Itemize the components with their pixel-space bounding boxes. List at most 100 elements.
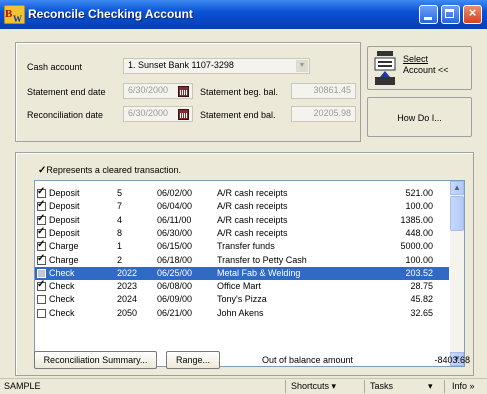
transaction-type: Check xyxy=(49,267,75,278)
cleared-checkbox[interactable] xyxy=(37,295,46,305)
select-account-label: Select Account << xyxy=(403,54,449,76)
transaction-date: 06/08/00 xyxy=(157,281,193,292)
reconciliation-summary-button[interactable]: Reconciliation Summary... xyxy=(34,351,157,369)
title-bar: B W Reconcile Checking Account × xyxy=(0,0,487,29)
calendar-icon[interactable] xyxy=(178,109,189,120)
window-title: Reconcile Checking Account xyxy=(28,7,193,21)
transaction-row[interactable]: Check 2050 06/21/00 John Akens 32.65 xyxy=(35,307,449,320)
transaction-amount: 203.52 xyxy=(405,267,433,278)
shortcuts-menu[interactable]: Shortcuts ▾ xyxy=(291,381,336,392)
transaction-description: A/R cash receipts xyxy=(217,214,288,225)
transaction-type: Check xyxy=(49,281,75,292)
transaction-number: 5 xyxy=(117,188,123,198)
close-icon: × xyxy=(468,5,477,20)
how-do-i-label: How Do I... xyxy=(397,113,442,123)
transaction-type: Charge xyxy=(49,241,79,252)
transaction-description: Office Mart xyxy=(217,281,261,292)
transaction-type: Deposit xyxy=(49,188,80,198)
cleared-checkbox[interactable] xyxy=(37,308,46,318)
transaction-description: Transfer to Petty Cash xyxy=(217,254,307,265)
statement-end-date-label: Statement end date xyxy=(27,87,106,97)
cleared-checkbox[interactable] xyxy=(37,213,46,225)
app-logo-icon: B W xyxy=(4,5,25,24)
transaction-type: Deposit xyxy=(49,201,80,212)
cleared-checkbox[interactable] xyxy=(37,253,46,265)
cleared-checkbox[interactable] xyxy=(37,199,46,212)
transaction-date: 06/25/00 xyxy=(157,267,193,278)
range-button[interactable]: Range... xyxy=(166,351,220,369)
transaction-type: Charge xyxy=(49,254,79,265)
transaction-date: 06/02/00 xyxy=(157,188,193,198)
statement-end-bal-field[interactable]: 20205.98 xyxy=(291,106,356,122)
svg-text:W: W xyxy=(13,14,22,24)
transaction-number: 8 xyxy=(117,227,123,238)
transaction-row[interactable]: Deposit 4 06/11/00 A/R cash receipts 1385.00 xyxy=(35,213,449,227)
vertical-scrollbar[interactable]: ▲ ▼ xyxy=(450,181,464,366)
statement-beg-bal-value: 30861.45 xyxy=(313,85,351,95)
transaction-row[interactable]: Check 2023 06/08/00 Office Mart 28.75 xyxy=(35,279,449,293)
transaction-description: A/R cash receipts xyxy=(217,227,288,238)
transaction-type: Deposit xyxy=(49,214,80,225)
transaction-description: A/R cash receipts xyxy=(217,188,288,198)
cash-account-value: 1. Sunset Bank 1107-3298 xyxy=(128,60,234,70)
tasks-menu[interactable]: Tasks xyxy=(370,381,393,391)
transaction-date: 06/04/00 xyxy=(157,201,193,212)
transaction-amount: 448.00 xyxy=(405,227,433,238)
cleared-checkbox[interactable] xyxy=(37,268,46,278)
transaction-amount: 100.00 xyxy=(405,201,433,212)
transaction-amount: 1385.00 xyxy=(400,214,433,225)
transaction-date: 06/18/00 xyxy=(157,254,193,265)
cleared-checkbox[interactable] xyxy=(37,226,46,238)
statement-beg-bal-label: Statement beg. bal. xyxy=(200,87,279,97)
cleared-checkbox[interactable] xyxy=(37,186,46,198)
cleared-checkbox[interactable] xyxy=(37,279,46,292)
transaction-number: 4 xyxy=(117,214,123,225)
out-of-balance-value: -8403.68 xyxy=(434,355,470,365)
cleared-checkbox[interactable] xyxy=(37,239,46,252)
transaction-row[interactable]: Check 2024 06/09/00 Tony's Pizza 45.82 xyxy=(35,293,449,306)
minimize-button[interactable] xyxy=(419,5,438,24)
transaction-type: Check xyxy=(49,294,75,305)
transaction-type: Check xyxy=(49,307,75,318)
cash-account-dropdown[interactable]: 1. Sunset Bank 1107-3298 ▼ xyxy=(123,58,310,74)
close-button[interactable]: × xyxy=(463,5,482,24)
transaction-row[interactable]: Charge 2 06/18/00 Transfer to Petty Cash 100… xyxy=(35,253,449,267)
transaction-row[interactable]: Deposit 5 06/02/00 A/R cash receipts 521.00 xyxy=(35,186,449,200)
info-menu[interactable]: Info » xyxy=(452,381,475,391)
transaction-description: Transfer funds xyxy=(217,241,275,252)
transaction-row[interactable]: Check 2022 06/25/00 Metal Fab & Welding 203.… xyxy=(35,266,449,280)
transaction-type: Deposit xyxy=(49,227,80,238)
scroll-thumb[interactable] xyxy=(450,196,464,231)
select-account-line1: Select xyxy=(403,54,429,64)
transaction-number: 2050 xyxy=(117,307,138,318)
how-do-i-button[interactable]: How Do I... xyxy=(367,97,472,137)
transaction-number: 2023 xyxy=(117,281,138,292)
statement-end-date-value: 6/30/2000 xyxy=(128,85,169,95)
transaction-number: 7 xyxy=(117,201,123,212)
transaction-date: 06/11/00 xyxy=(157,214,192,225)
transaction-description: Tony's Pizza xyxy=(217,294,267,305)
transaction-amount: 5000.00 xyxy=(400,241,433,252)
transaction-row[interactable]: Deposit 7 06/04/00 A/R cash receipts 100.00 xyxy=(35,199,449,213)
transaction-description: Metal Fab & Welding xyxy=(217,267,301,278)
transaction-date: 06/30/00 xyxy=(157,227,193,238)
chevron-down-icon: ▾ xyxy=(331,381,337,391)
transaction-list[interactable]: Deposit506/02/00A/R cash receipts521.00D… xyxy=(34,180,465,367)
transaction-date: 06/09/00 xyxy=(157,294,193,305)
scroll-up-icon[interactable]: ▲ xyxy=(450,181,464,195)
transaction-row[interactable]: Charge 1 06/15/00 Transfer funds 5000.00 xyxy=(35,239,449,253)
statement-beg-bal-field[interactable]: 30861.45 xyxy=(291,83,356,99)
transaction-description: John Akens xyxy=(217,307,264,318)
transaction-number: 1 xyxy=(117,241,123,252)
statement-end-bal-value: 20205.98 xyxy=(313,108,351,118)
select-account-button[interactable]: Select Account << xyxy=(367,46,472,90)
chevron-down-icon[interactable]: ▼ xyxy=(296,60,308,72)
transaction-number: 2 xyxy=(117,254,123,265)
transaction-row[interactable]: Deposit 8 06/30/00 A/R cash receipts 448.00 xyxy=(35,226,449,240)
chevron-down-icon[interactable]: ▾ xyxy=(428,381,433,392)
calendar-icon[interactable] xyxy=(178,86,189,97)
svg-text:B: B xyxy=(5,8,13,20)
maximize-button[interactable] xyxy=(441,5,460,24)
tasks-label: Tasks xyxy=(370,381,394,391)
out-of-balance-label: Out of balance amount xyxy=(262,355,354,365)
